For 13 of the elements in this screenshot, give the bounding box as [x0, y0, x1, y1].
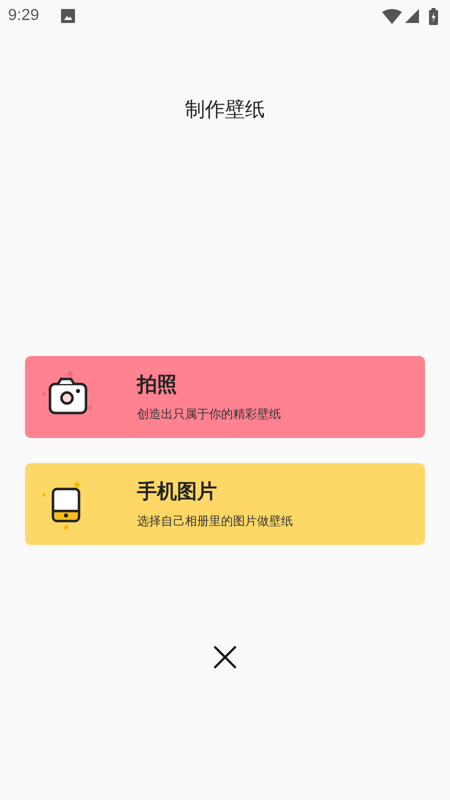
option-card[interactable]: 手机图片 选择自己相册里的图片做壁纸 [25, 463, 425, 545]
option-description: 创造出只属于你的精彩壁纸 [137, 406, 281, 422]
option-description: 选择自己相册里的图片做壁纸 [137, 513, 293, 529]
option-card[interactable]: 拍照 创造出只属于你的精彩壁纸 [25, 356, 425, 438]
status-time: 9:29 [8, 7, 40, 25]
signal-icon [405, 9, 419, 23]
close-button[interactable]: × [206, 637, 244, 677]
image-icon [61, 9, 76, 23]
option-title: 拍照 [137, 372, 178, 396]
wifi-icon [382, 8, 402, 24]
option-title: 手机图片 [137, 479, 218, 503]
battery-icon [429, 8, 438, 24]
page-title: 制作壁纸 [185, 96, 265, 123]
